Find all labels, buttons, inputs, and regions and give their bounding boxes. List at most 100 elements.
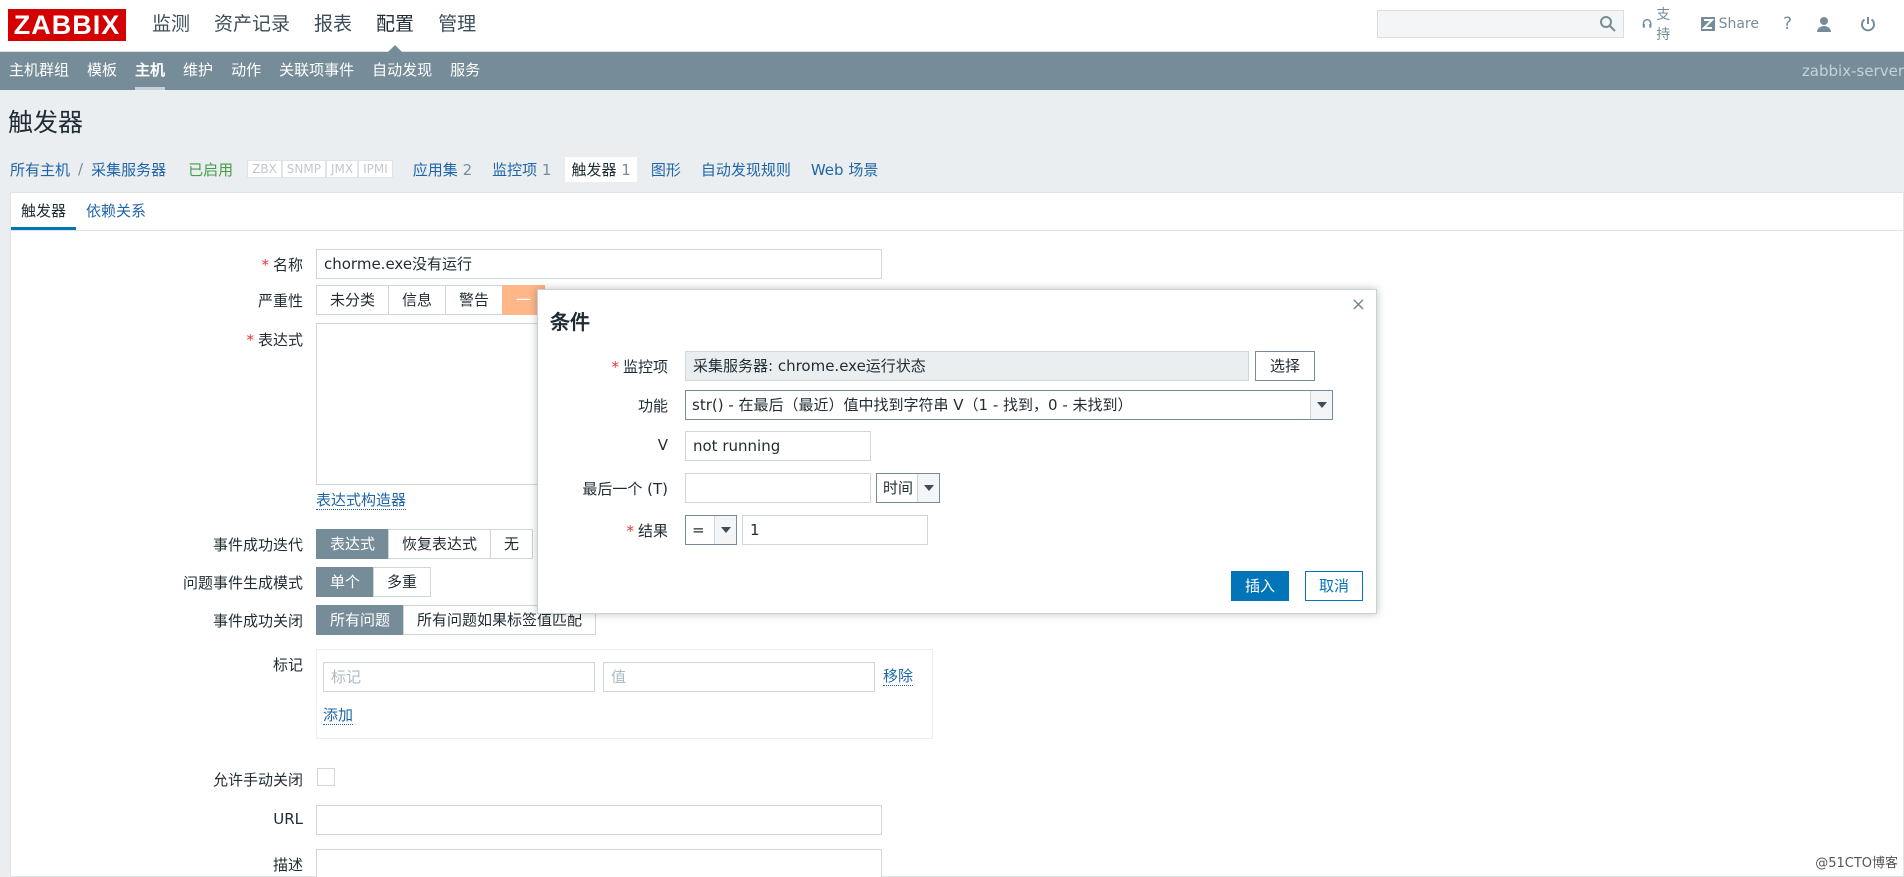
tag-name-input[interactable]: 标记	[323, 662, 595, 692]
subnav-actions[interactable]: 动作	[231, 52, 261, 90]
top-header: ZABBIX 监测 资产记录 报表 配置 管理 支持 Share ?	[0, 0, 1904, 53]
headset-icon	[1642, 18, 1652, 28]
form-tab-trigger[interactable]: 触发器	[11, 193, 77, 230]
availability-badges: ZBX SNMP JMX IPMI	[247, 160, 393, 178]
ok-event-expression[interactable]: 表达式	[316, 529, 390, 559]
watermark: @51CTO博客	[1815, 856, 1898, 871]
subnav-maintenance[interactable]: 维护	[183, 52, 213, 90]
nav-configuration[interactable]: 配置	[376, 0, 415, 53]
tab-graphs[interactable]: 图形	[651, 159, 681, 180]
tab-applications[interactable]: 应用集 2	[413, 159, 472, 180]
form-tab-dependencies[interactable]: 依赖关系	[76, 193, 156, 230]
result-value-input[interactable]: 1	[742, 515, 928, 545]
nav-administration[interactable]: 管理	[438, 0, 476, 52]
last-t-input[interactable]	[685, 473, 871, 503]
tag-value-input[interactable]: 值	[603, 662, 875, 692]
subnav-host-groups[interactable]: 主机群组	[9, 52, 69, 90]
tags-table: 标记 值 移除 添加	[316, 649, 933, 739]
share-link[interactable]: Share	[1700, 16, 1759, 32]
subnav-templates[interactable]: 模板	[87, 52, 117, 90]
chevron-down-icon	[1310, 391, 1332, 419]
description-label: 描述	[272, 856, 303, 874]
ok-close-label: 事件成功关闭	[212, 612, 303, 630]
ok-event-selector: 表达式 恢复表达式 无	[316, 529, 534, 559]
severity-label: 严重性	[257, 292, 303, 310]
result-operator-select[interactable]: =	[685, 515, 737, 545]
time-unit-value: 时间	[883, 479, 914, 497]
breadcrumb-host[interactable]: 采集服务器	[91, 159, 166, 180]
url-input[interactable]	[316, 805, 882, 835]
function-value: str() - 在最后（最近）值中找到字符串 V（1 - 找到，0 - 未找到）	[692, 396, 1133, 414]
tab-items-count: 1	[541, 160, 552, 179]
problem-mode-single[interactable]: 单个	[316, 567, 375, 597]
ok-event-label: 事件成功迭代	[212, 536, 303, 554]
profile-button[interactable]	[1816, 16, 1836, 32]
select-item-button[interactable]: 选择	[1255, 351, 1315, 381]
nav-configuration-label: 配置	[376, 13, 415, 35]
subnav-discovery[interactable]: 自动发现	[372, 52, 432, 90]
name-input[interactable]: chorme.exe没有运行	[316, 249, 882, 279]
tab-triggers[interactable]: 触发器 1	[565, 156, 637, 182]
page-title: 触发器	[8, 108, 84, 137]
tab-applications-label: 应用集	[412, 160, 458, 179]
tab-triggers-label: 触发器	[571, 160, 617, 179]
host-status[interactable]: 已启用	[188, 159, 233, 180]
condition-dialog: 条件 × * 监控项 采集服务器: chrome.exe运行状态 选择 功能 st…	[537, 289, 1377, 614]
ok-event-none[interactable]: 无	[490, 529, 534, 559]
tab-discovery-rules[interactable]: 自动发现规则	[701, 159, 791, 180]
support-link[interactable]: 支持	[1642, 4, 1677, 44]
search-icon[interactable]	[1599, 15, 1617, 33]
subnav-services[interactable]: 服务	[450, 52, 480, 90]
tab-applications-count: 2	[462, 160, 473, 179]
manual-close-checkbox[interactable]	[317, 768, 335, 786]
help-button[interactable]: ?	[1783, 14, 1792, 34]
chevron-down-icon	[917, 474, 939, 502]
logout-button[interactable]	[1860, 16, 1880, 32]
tab-items[interactable]: 监控项 1	[492, 159, 551, 180]
description-textarea[interactable]	[316, 849, 882, 877]
nav-monitoring[interactable]: 监测	[152, 0, 190, 52]
function-label: 功能	[637, 397, 668, 415]
result-label: * 结果	[626, 522, 668, 540]
main-nav: 监测 资产记录 报表 配置 管理	[152, 0, 500, 53]
severity-not-classified[interactable]: 未分类	[316, 285, 390, 315]
chevron-down-icon	[714, 516, 736, 544]
share-z-icon	[1700, 17, 1715, 31]
severity-information[interactable]: 信息	[388, 285, 447, 315]
expression-label: * 表达式	[246, 331, 303, 349]
cancel-button[interactable]: 取消	[1305, 571, 1363, 601]
nav-inventory[interactable]: 资产记录	[214, 0, 290, 52]
tag-add-link[interactable]: 添加	[323, 706, 354, 725]
tag-remove-link[interactable]: 移除	[883, 667, 914, 686]
nav-reports[interactable]: 报表	[314, 0, 352, 52]
problem-mode-multiple[interactable]: 多重	[373, 567, 432, 597]
severity-selector: 未分类 信息 警告 一	[316, 285, 546, 315]
time-unit-select[interactable]: 时间	[876, 473, 940, 503]
search-input[interactable]	[1377, 10, 1624, 38]
tab-web-scenarios[interactable]: Web 场景	[811, 159, 878, 180]
dialog-title: 条件	[550, 310, 590, 334]
tags-label: 标记	[272, 656, 303, 674]
result-operator-value: =	[692, 521, 705, 539]
v-input[interactable]: not running	[685, 431, 871, 461]
subnav-event-correlation[interactable]: 关联项事件	[279, 52, 354, 90]
severity-warning[interactable]: 警告	[445, 285, 504, 315]
ok-event-recovery-expression[interactable]: 恢复表达式	[388, 529, 492, 559]
breadcrumb: 所有主机 / 采集服务器 已启用 ZBX SNMP JMX IPMI 应用集 2…	[10, 156, 898, 182]
insert-button[interactable]: 插入	[1231, 571, 1289, 601]
breadcrumb-all-hosts[interactable]: 所有主机	[10, 159, 70, 180]
v-label: V	[657, 436, 668, 454]
expression-builder-link[interactable]: 表达式构造器	[316, 491, 407, 510]
last-t-label: 最后一个 (T)	[582, 480, 668, 498]
ok-close-all-problems[interactable]: 所有问题	[316, 605, 405, 635]
sub-nav: 主机群组 模板 主机 维护 动作 关联项事件 自动发现 服务 zabbix-se…	[0, 52, 1904, 90]
zabbix-logo[interactable]: ZABBIX	[8, 9, 126, 41]
name-label: * 名称	[261, 256, 303, 274]
function-select[interactable]: str() - 在最后（最近）值中找到字符串 V（1 - 找到，0 - 未找到）	[685, 390, 1333, 420]
close-icon[interactable]: ×	[1351, 294, 1366, 315]
help-label: ?	[1782, 14, 1792, 34]
badge-ipmi: IPMI	[358, 160, 393, 178]
user-icon	[1817, 17, 1831, 32]
subnav-hosts[interactable]: 主机	[135, 52, 166, 90]
badge-snmp: SNMP	[281, 160, 326, 178]
